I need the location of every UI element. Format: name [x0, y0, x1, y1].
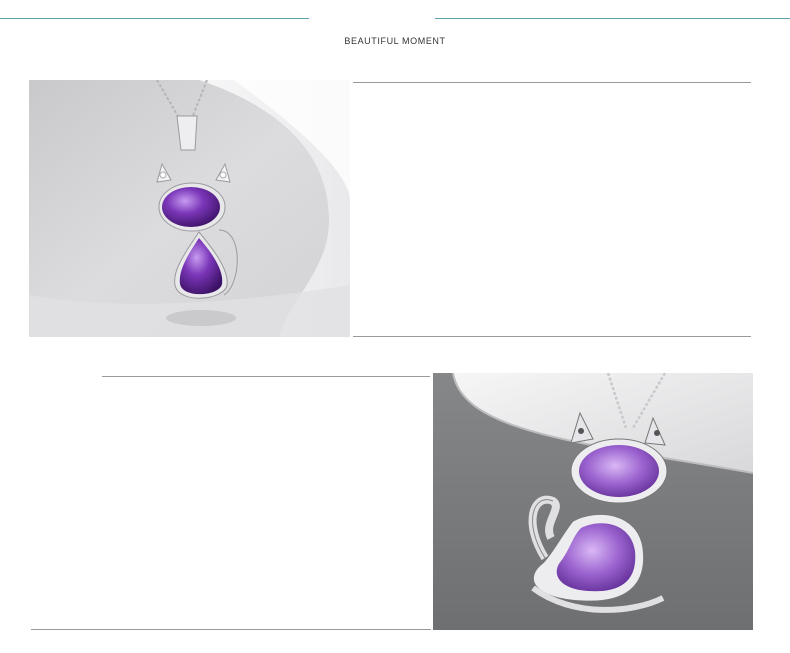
divider-line — [353, 336, 751, 337]
product-photo-back — [433, 373, 753, 630]
pendant-back-illustration — [433, 373, 753, 630]
pendant-front-illustration — [29, 80, 350, 337]
header-line-left — [0, 18, 309, 19]
product-photo-front — [29, 80, 350, 337]
section-heading: BEAUTIFUL MOMENT — [344, 36, 446, 46]
header-line-right — [435, 18, 790, 19]
divider-line — [102, 376, 430, 377]
divider-line — [31, 629, 431, 630]
divider-line — [353, 82, 751, 83]
